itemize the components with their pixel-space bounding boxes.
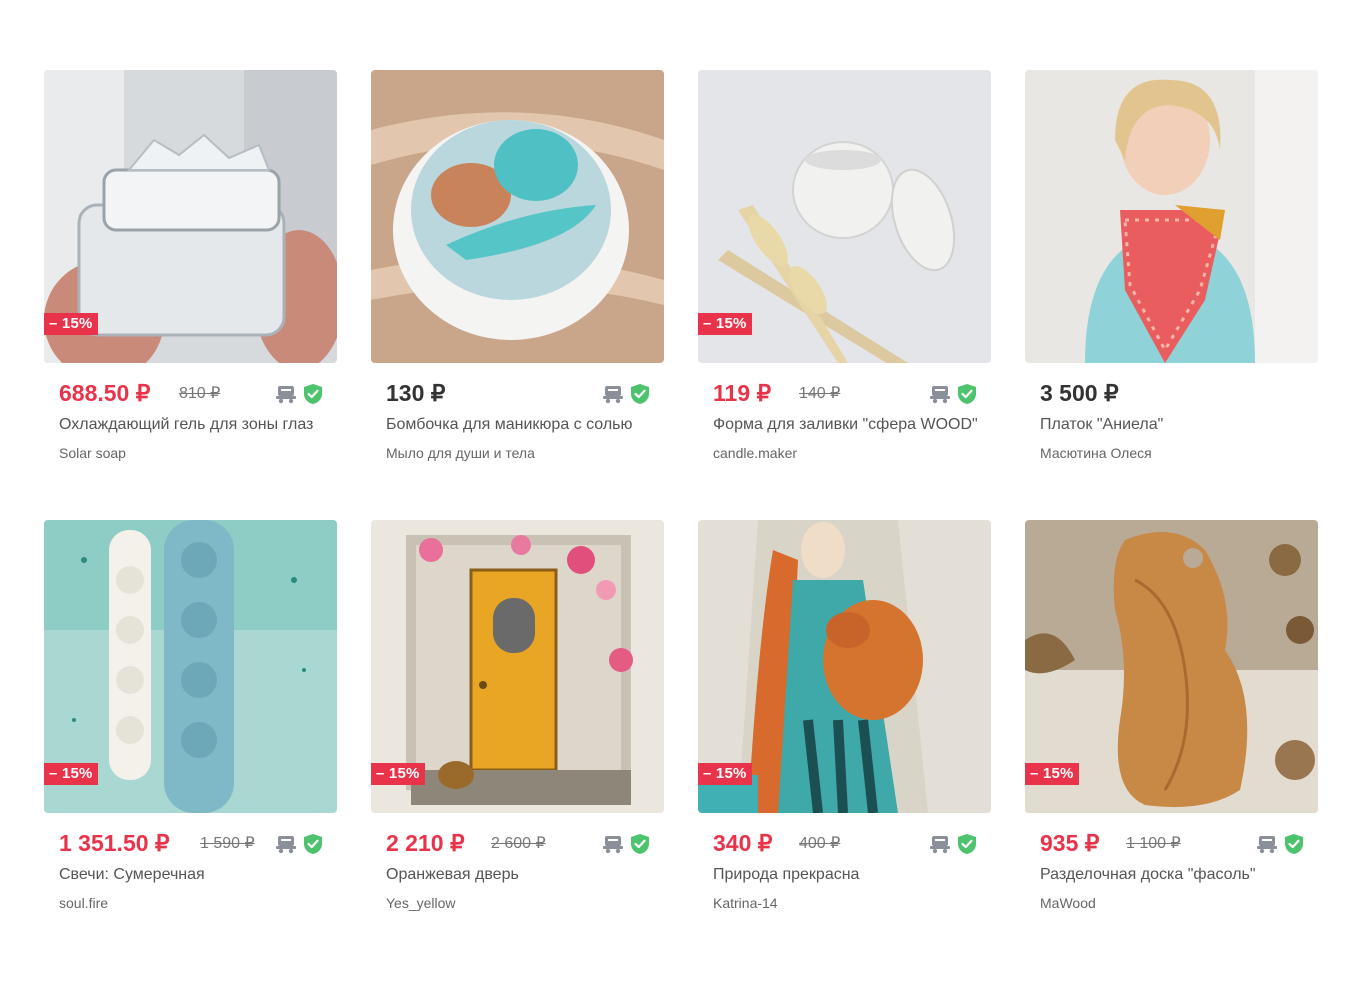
- discount-badge: – 15%: [371, 763, 425, 785]
- price: 1 351.50 ₽: [59, 830, 170, 856]
- price-row: 130 ₽: [386, 376, 652, 410]
- old-price: 2 600 ₽: [491, 835, 546, 852]
- shop-name[interactable]: Katrina-14: [713, 894, 981, 912]
- product-card[interactable]: – 15% 688.50 ₽ 810 ₽ Охлаждающий гель дл…: [44, 70, 337, 480]
- old-price: 1 100 ₽: [1126, 835, 1181, 852]
- product-title[interactable]: Свечи: Сумеречная: [59, 864, 327, 886]
- product-icons: [1256, 833, 1306, 855]
- product-card[interactable]: – 15% 1 351.50 ₽ 1 590 ₽ Свечи: Сумеречн…: [44, 520, 337, 930]
- delivery-truck-icon: [602, 383, 624, 405]
- shop-name[interactable]: Мыло для души и тела: [386, 444, 654, 462]
- product-image[interactable]: – 15%: [44, 70, 337, 363]
- old-price: 810 ₽: [179, 385, 221, 402]
- product-image[interactable]: [1025, 70, 1318, 363]
- delivery-truck-icon: [929, 833, 951, 855]
- price: 935 ₽: [1040, 830, 1100, 856]
- verified-shield-icon: [956, 383, 978, 405]
- product-card[interactable]: 3 500 ₽ Платок "Аниела" Масютина Олеся: [1025, 70, 1318, 480]
- discount-badge: – 15%: [44, 763, 98, 785]
- product-title[interactable]: Платок "Аниела": [1040, 414, 1308, 436]
- delivery-truck-icon: [275, 833, 297, 855]
- verified-shield-icon: [629, 383, 651, 405]
- product-image[interactable]: – 15%: [1025, 520, 1318, 813]
- product-card[interactable]: – 15% 119 ₽ 140 ₽ Форма для заливки "сфе…: [698, 70, 991, 480]
- product-card[interactable]: – 15% 340 ₽ 400 ₽ Природа прекрасна Katr…: [698, 520, 991, 930]
- shop-name[interactable]: Yes_yellow: [386, 894, 654, 912]
- shop-name[interactable]: MaWood: [1040, 894, 1308, 912]
- verified-shield-icon: [956, 833, 978, 855]
- product-icons: [602, 833, 652, 855]
- verified-shield-icon: [629, 833, 651, 855]
- price: 2 210 ₽: [386, 830, 465, 856]
- delivery-truck-icon: [602, 833, 624, 855]
- old-price: 1 590 ₽: [200, 835, 255, 852]
- discount-badge: – 15%: [44, 313, 98, 335]
- discount-badge: – 15%: [1025, 763, 1079, 785]
- product-card[interactable]: – 15% 2 210 ₽ 2 600 ₽ Оранжевая дверь Ye…: [371, 520, 664, 930]
- price: 130 ₽: [386, 380, 446, 406]
- product-icons: [602, 383, 652, 405]
- old-price: 400 ₽: [799, 835, 841, 852]
- delivery-truck-icon: [1256, 833, 1278, 855]
- product-card[interactable]: 130 ₽ Бомбочка для маникюра с солью Мыло…: [371, 70, 664, 480]
- product-grid: – 15% 688.50 ₽ 810 ₽ Охлаждающий гель дл…: [0, 0, 1360, 982]
- price-row: 119 ₽ 140 ₽: [713, 376, 979, 410]
- discount-badge: – 15%: [698, 763, 752, 785]
- product-title[interactable]: Форма для заливки "сфера WOOD": [713, 414, 981, 436]
- verified-shield-icon: [302, 833, 324, 855]
- price-row: 1 351.50 ₽ 1 590 ₽: [59, 826, 325, 860]
- product-title[interactable]: Природа прекрасна: [713, 864, 981, 886]
- price: 340 ₽: [713, 830, 773, 856]
- product-icons: [929, 833, 979, 855]
- product-title[interactable]: Разделочная доска "фасоль": [1040, 864, 1308, 886]
- shop-name[interactable]: Solar soap: [59, 444, 327, 462]
- price: 688.50 ₽: [59, 380, 151, 406]
- price: 119 ₽: [713, 380, 772, 406]
- price-row: 2 210 ₽ 2 600 ₽: [386, 826, 652, 860]
- price-row: 935 ₽ 1 100 ₽: [1040, 826, 1306, 860]
- verified-shield-icon: [302, 383, 324, 405]
- product-icons: [275, 383, 325, 405]
- product-icons: [929, 383, 979, 405]
- product-image[interactable]: – 15%: [44, 520, 337, 813]
- product-image[interactable]: – 15%: [371, 520, 664, 813]
- product-title[interactable]: Оранжевая дверь: [386, 864, 654, 886]
- price: 3 500 ₽: [1040, 380, 1119, 406]
- delivery-truck-icon: [929, 383, 951, 405]
- delivery-truck-icon: [275, 383, 297, 405]
- product-title[interactable]: Охлаждающий гель для зоны глаз: [59, 414, 327, 436]
- product-icons: [275, 833, 325, 855]
- product-image[interactable]: [371, 70, 664, 363]
- discount-badge: – 15%: [698, 313, 752, 335]
- shop-name[interactable]: Масютина Олеся: [1040, 444, 1308, 462]
- price-row: 688.50 ₽ 810 ₽: [59, 376, 325, 410]
- product-image[interactable]: – 15%: [698, 520, 991, 813]
- shop-name[interactable]: candle.maker: [713, 444, 981, 462]
- shop-name[interactable]: soul.fire: [59, 894, 327, 912]
- price-row: 3 500 ₽: [1040, 376, 1306, 410]
- product-card[interactable]: – 15% 935 ₽ 1 100 ₽ Разделочная доска "ф…: [1025, 520, 1318, 930]
- product-image[interactable]: – 15%: [698, 70, 991, 363]
- old-price: 140 ₽: [799, 385, 841, 402]
- verified-shield-icon: [1283, 833, 1305, 855]
- product-title[interactable]: Бомбочка для маникюра с солью: [386, 414, 654, 436]
- price-row: 340 ₽ 400 ₽: [713, 826, 979, 860]
